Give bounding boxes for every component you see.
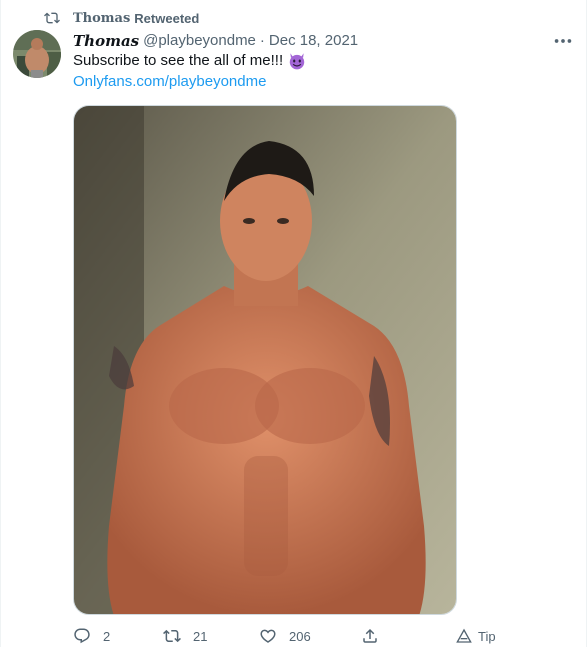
reply-button[interactable]: 2	[73, 626, 110, 646]
author-handle[interactable]: @playbeyondme	[143, 31, 256, 51]
author-display-name[interactable]: Thomas	[73, 31, 139, 51]
like-button[interactable]: 206	[259, 626, 311, 646]
avatar[interactable]	[13, 30, 61, 78]
retweet-icon	[44, 12, 60, 24]
avatar-image	[13, 30, 61, 78]
smiling-imp-emoji-icon	[289, 53, 305, 70]
retweet-icon	[163, 629, 181, 643]
retweet-button[interactable]: 21	[163, 626, 207, 646]
tip-icon	[456, 628, 472, 643]
retweet-count: 21	[193, 628, 208, 644]
tweet-actions: 2 21 206 Tip	[73, 626, 513, 647]
tweet-text: Subscribe to see the all of me!!!	[73, 51, 307, 71]
tweet-external-link[interactable]: Onlyfans.com/playbeyondme	[73, 72, 266, 92]
separator-dot: ·	[259, 32, 265, 49]
tip-button[interactable]: Tip	[456, 626, 496, 646]
tweet-card[interactable]: Thomas Retweeted Thomas @playbeyondme · …	[0, 0, 587, 647]
retweet-context: Thomas Retweeted	[43, 9, 199, 27]
share-button[interactable]	[361, 626, 391, 646]
reply-count: 2	[103, 628, 111, 644]
reply-icon	[74, 628, 90, 644]
tweet-media-photo[interactable]	[73, 105, 457, 615]
tweet-header: Thomas @playbeyondme · Dec 18, 2021	[73, 31, 358, 51]
tweet-text-content: Subscribe to see the all of me!!!	[73, 52, 284, 69]
retweeter-name[interactable]: Thomas	[73, 11, 130, 26]
photo-image	[74, 106, 456, 614]
retweeted-label: Retweeted	[134, 10, 200, 26]
tweet-date[interactable]: Dec 18, 2021	[269, 31, 358, 51]
heart-icon	[260, 629, 276, 643]
like-count: 206	[289, 628, 311, 644]
share-icon	[363, 628, 377, 643]
tip-label: Tip	[478, 628, 496, 644]
more-options-icon[interactable]	[552, 30, 574, 52]
